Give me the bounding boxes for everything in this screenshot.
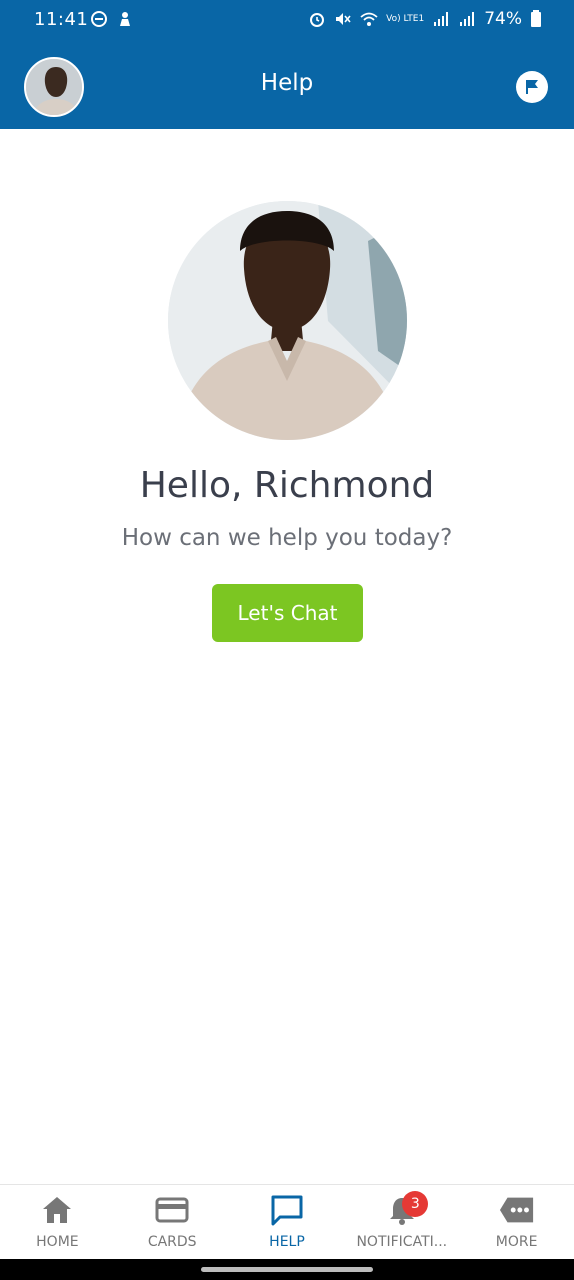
nav-label-help: HELP xyxy=(269,1234,305,1250)
battery-icon xyxy=(531,10,541,27)
top-app-bar: 11:41 Vo) LTE1 74% Help xyxy=(0,0,574,129)
mute-icon xyxy=(336,13,351,25)
nav-label-cards: CARDS xyxy=(147,1234,197,1250)
card-icon xyxy=(155,1197,189,1223)
battery-level: 74% xyxy=(484,9,522,29)
page-title: Help xyxy=(260,70,314,96)
signal-icon-1 xyxy=(434,12,449,26)
flag-button[interactable] xyxy=(516,71,548,103)
system-gesture-bar xyxy=(0,1259,574,1280)
person-photo-icon xyxy=(168,201,407,440)
status-right: Vo) LTE1 74% xyxy=(308,9,542,29)
nav-label-notifications: NOTIFICATI... xyxy=(356,1234,448,1250)
more-icon xyxy=(499,1197,533,1223)
profile-photo xyxy=(168,201,407,440)
signal-icon-2 xyxy=(460,12,475,26)
nav-label-home: HOME xyxy=(36,1234,79,1250)
chat-icon xyxy=(271,1195,303,1226)
help-subtext: How can we help you today? xyxy=(121,525,453,551)
app-notification-icon xyxy=(120,12,130,26)
home-icon xyxy=(43,1197,72,1223)
gesture-handle[interactable] xyxy=(201,1267,373,1272)
nav-item-home[interactable]: HOME xyxy=(0,1185,115,1260)
greeting-heading: Hello, Richmond xyxy=(139,465,435,506)
nav-item-more[interactable]: MORE xyxy=(459,1185,574,1260)
status-left-icons xyxy=(90,10,134,28)
status-bar: 11:41 Vo) LTE1 74% xyxy=(0,0,574,40)
help-content: Hello, Richmond How can we help you toda… xyxy=(0,129,574,1184)
flag-icon xyxy=(526,80,538,94)
alarm-icon xyxy=(310,13,325,27)
do-not-disturb-icon xyxy=(91,11,107,27)
nav-item-cards[interactable]: CARDS xyxy=(115,1185,230,1260)
nav-label-more: MORE xyxy=(495,1234,538,1250)
lets-chat-button[interactable]: Let's Chat xyxy=(212,584,363,642)
header: Help xyxy=(0,40,574,129)
wifi-icon xyxy=(360,12,378,26)
notification-badge: 3 xyxy=(402,1191,429,1217)
network-label: Vo) LTE1 xyxy=(386,13,425,24)
status-time: 11:41 xyxy=(34,9,89,30)
nav-item-notifications[interactable]: 3 NOTIFICATI... xyxy=(344,1185,459,1260)
nav-item-help[interactable]: HELP xyxy=(230,1185,345,1260)
bottom-navigation: HOME CARDS HELP 3 NOTIFICATI... MORE xyxy=(0,1184,574,1259)
